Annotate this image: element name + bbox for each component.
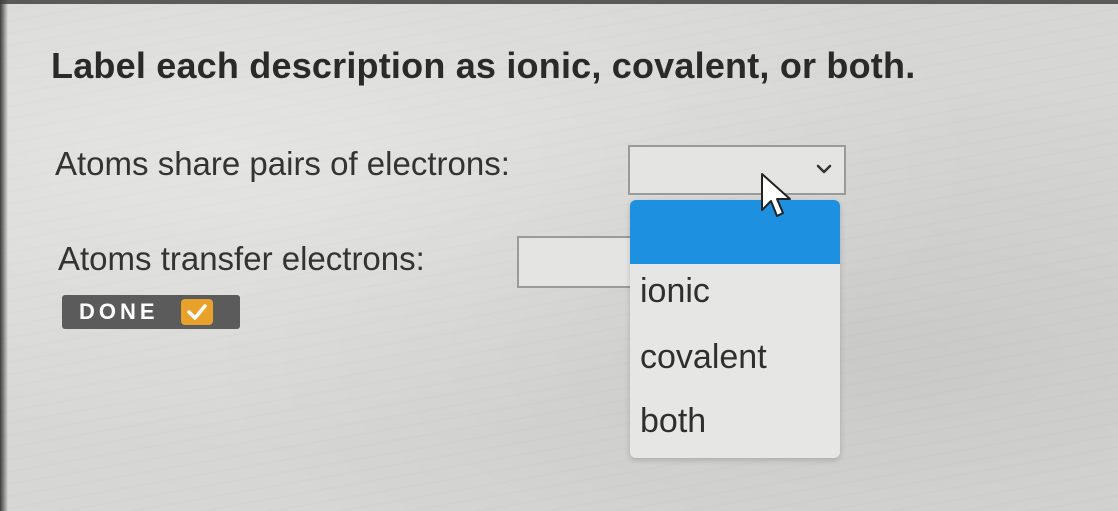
question-prompt: Label each description as ionic, covalen…	[51, 45, 916, 86]
dropdown-option-blank[interactable]	[630, 200, 840, 264]
question-2-select[interactable]	[517, 236, 637, 288]
mouse-cursor-icon	[761, 173, 791, 217]
check-icon	[180, 299, 213, 325]
dropdown-option-ionic[interactable]: ionic	[630, 272, 840, 311]
done-label: DONE	[79, 299, 159, 324]
question-1-select[interactable]	[628, 145, 846, 195]
done-button[interactable]: DONE	[62, 295, 240, 329]
chevron-down-icon	[816, 164, 832, 174]
question-1-label: Atoms share pairs of electrons:	[55, 145, 510, 182]
dropdown-option-both[interactable]: both	[630, 402, 840, 441]
dropdown-option-covalent[interactable]: covalent	[630, 338, 840, 377]
top-border	[0, 0, 1118, 4]
question-2-label: Atoms transfer electrons:	[58, 240, 425, 277]
left-edge	[0, 0, 8, 511]
